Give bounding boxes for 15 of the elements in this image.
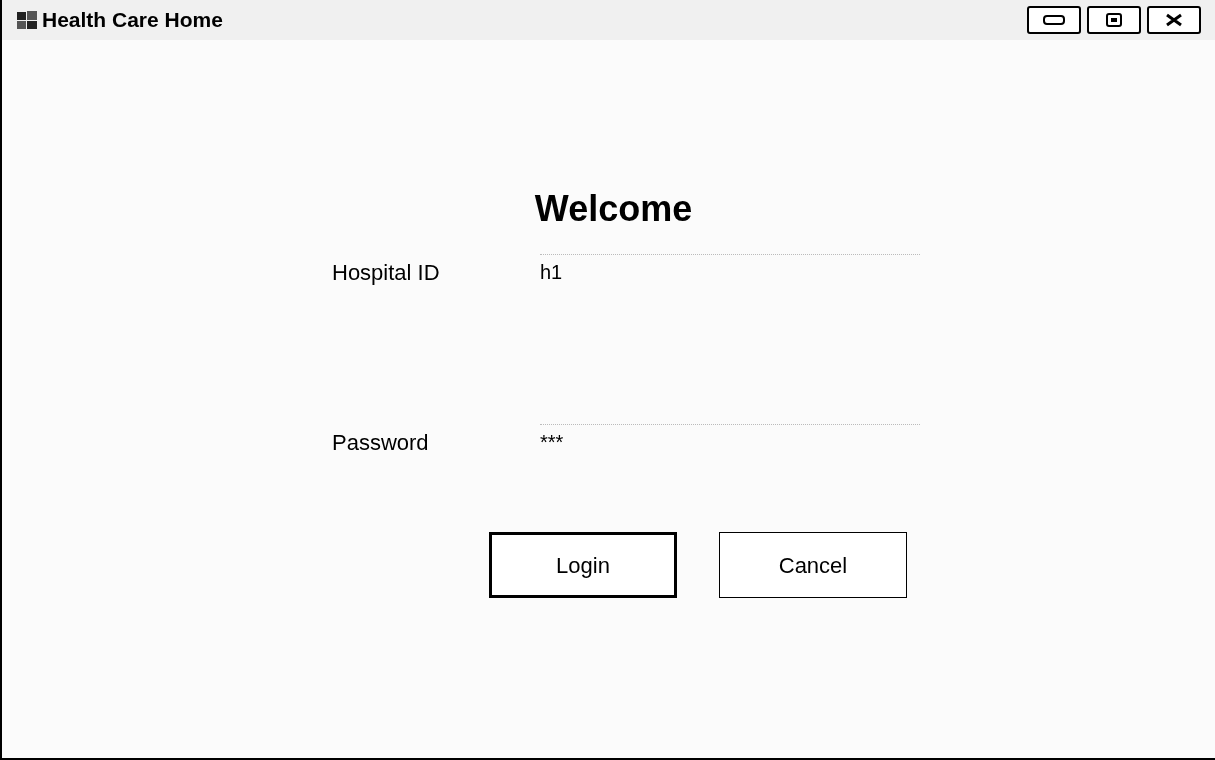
minimize-button[interactable] [1027,6,1081,34]
dialog-button[interactable]: Cancel [719,532,907,598]
minimize-icon [1043,15,1065,25]
dialog-button[interactable]: Login [489,532,677,598]
window-title: Health Care Home [42,7,223,34]
close-icon [1165,13,1183,27]
close-button[interactable] [1147,6,1201,34]
input-field[interactable]: h1 [540,254,920,290]
maximize-button[interactable] [1087,6,1141,34]
input-field[interactable]: *** [540,424,920,460]
app-icon [16,10,38,30]
maximize-icon [1106,13,1122,27]
field-label: Hospital ID [332,258,441,287]
field-label: Password [332,428,430,457]
welcome-heading: Welcome [534,187,693,231]
